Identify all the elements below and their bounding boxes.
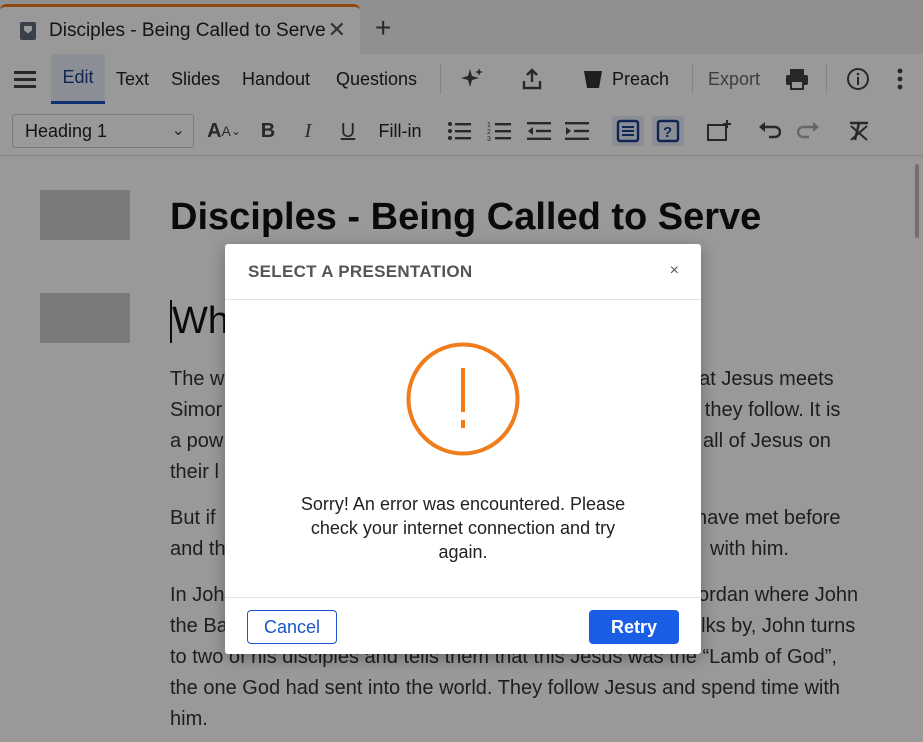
warning-icon <box>406 342 520 456</box>
dialog-footer: Cancel Retry <box>225 597 701 654</box>
cancel-button[interactable]: Cancel <box>247 610 337 644</box>
close-icon[interactable]: × <box>670 262 679 280</box>
select-presentation-dialog: SELECT A PRESENTATION × Sorry! An error … <box>225 244 701 654</box>
dialog-title: SELECT A PRESENTATION <box>248 261 473 281</box>
dialog-header: SELECT A PRESENTATION <box>225 244 701 300</box>
retry-button[interactable]: Retry <box>589 610 679 644</box>
error-message: Sorry! An error was encountered. Please … <box>300 494 626 562</box>
